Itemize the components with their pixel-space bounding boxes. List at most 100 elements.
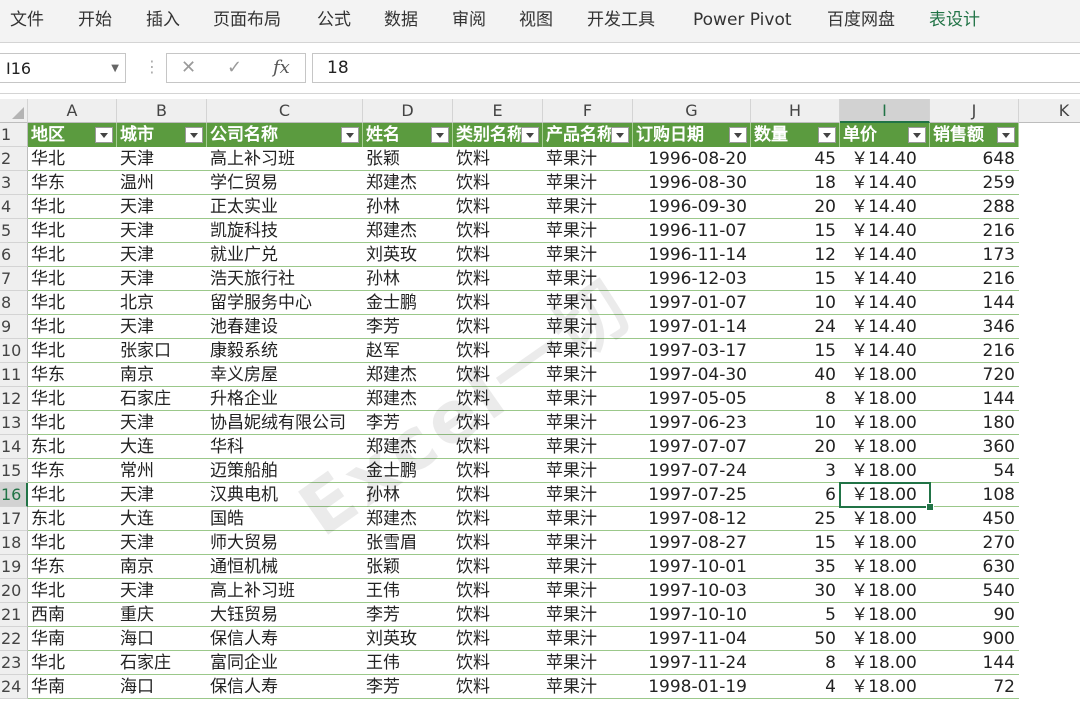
table-cell[interactable]: 孙林 (363, 267, 453, 291)
table-cell[interactable]: ￥18.00 (840, 507, 930, 531)
table-cell[interactable]: ￥18.00 (840, 387, 930, 411)
row-header-11[interactable]: 11 (0, 363, 28, 387)
table-cell[interactable]: 天津 (117, 267, 207, 291)
table-cell[interactable]: ￥14.40 (840, 315, 930, 339)
table-cell[interactable]: 国皓 (207, 507, 363, 531)
row-header-9[interactable]: 9 (0, 315, 28, 339)
table-cell[interactable]: 汉典电机 (207, 483, 363, 507)
table-header-cell[interactable]: 地区 (28, 123, 117, 147)
table-cell[interactable]: 苹果汁 (543, 627, 633, 651)
table-cell[interactable]: 饮料 (453, 675, 543, 699)
table-cell[interactable]: 1997-07-07 (633, 435, 751, 459)
table-cell[interactable]: 饮料 (453, 171, 543, 195)
table-cell[interactable]: 10 (751, 291, 840, 315)
table-cell[interactable]: 苹果汁 (543, 195, 633, 219)
table-cell[interactable]: 北京 (117, 291, 207, 315)
table-cell[interactable]: 李芳 (363, 603, 453, 627)
table-cell[interactable]: 苹果汁 (543, 411, 633, 435)
table-cell[interactable]: 饮料 (453, 435, 543, 459)
table-cell[interactable]: 东北 (28, 507, 117, 531)
table-cell[interactable]: 苹果汁 (543, 507, 633, 531)
row-header-13[interactable]: 13 (0, 411, 28, 435)
table-cell[interactable]: 216 (930, 219, 1019, 243)
table-cell[interactable]: 苹果汁 (543, 291, 633, 315)
table-header-cell[interactable]: 公司名称 (207, 123, 363, 147)
column-header-A[interactable]: A (28, 99, 117, 123)
table-cell[interactable]: 346 (930, 315, 1019, 339)
table-cell[interactable]: 刘英玫 (363, 627, 453, 651)
table-cell[interactable]: 正太实业 (207, 195, 363, 219)
table-cell[interactable]: 张家口 (117, 339, 207, 363)
table-cell[interactable]: 648 (930, 147, 1019, 171)
table-cell[interactable]: 郑建杰 (363, 435, 453, 459)
column-header-I[interactable]: I (840, 99, 930, 123)
table-cell[interactable]: 8 (751, 651, 840, 675)
table-cell[interactable]: ￥18.00 (840, 675, 930, 699)
table-cell[interactable]: 苹果汁 (543, 531, 633, 555)
table-header-cell[interactable]: 城市 (117, 123, 207, 147)
table-cell[interactable]: 苹果汁 (543, 675, 633, 699)
table-cell[interactable]: 1997-10-01 (633, 555, 751, 579)
table-cell[interactable]: 迈策船舶 (207, 459, 363, 483)
row-header-14[interactable]: 14 (0, 435, 28, 459)
table-cell[interactable]: 天津 (117, 147, 207, 171)
table-cell[interactable]: 30 (751, 579, 840, 603)
table-cell[interactable]: 张颖 (363, 555, 453, 579)
table-cell[interactable]: 郑建杰 (363, 363, 453, 387)
table-cell[interactable]: 饮料 (453, 651, 543, 675)
table-cell[interactable]: 72 (930, 675, 1019, 699)
table-cell[interactable]: 华东 (28, 363, 117, 387)
table-cell[interactable]: 54 (930, 459, 1019, 483)
table-cell[interactable]: 苹果汁 (543, 171, 633, 195)
table-cell[interactable]: 高上补习班 (207, 579, 363, 603)
table-cell[interactable]: 张颖 (363, 147, 453, 171)
ribbon-tab-3[interactable]: 页面布局 (213, 0, 281, 40)
filter-dropdown-icon[interactable] (997, 127, 1015, 143)
table-cell[interactable]: 苹果汁 (543, 147, 633, 171)
table-cell[interactable]: 15 (751, 339, 840, 363)
table-cell[interactable]: 大连 (117, 507, 207, 531)
cancel-icon[interactable]: ✕ (181, 54, 196, 82)
table-cell[interactable]: 1997-07-24 (633, 459, 751, 483)
table-cell[interactable]: 450 (930, 507, 1019, 531)
table-cell[interactable]: 1997-11-24 (633, 651, 751, 675)
table-cell[interactable]: 15 (751, 267, 840, 291)
formula-input[interactable]: 18 (312, 53, 1080, 83)
table-cell[interactable]: 赵军 (363, 339, 453, 363)
table-cell[interactable]: 华北 (28, 339, 117, 363)
column-header-C[interactable]: C (207, 99, 363, 123)
table-cell[interactable]: 学仁贸易 (207, 171, 363, 195)
table-cell[interactable]: 华东 (28, 459, 117, 483)
column-header-J[interactable]: J (930, 99, 1019, 123)
table-cell[interactable]: 苹果汁 (543, 315, 633, 339)
table-header-cell[interactable]: 产品名称 (543, 123, 633, 147)
table-cell[interactable]: 5 (751, 603, 840, 627)
table-cell[interactable]: ￥18.00 (840, 651, 930, 675)
table-cell[interactable]: 华北 (28, 315, 117, 339)
table-cell[interactable]: 李芳 (363, 411, 453, 435)
table-cell[interactable]: 天津 (117, 411, 207, 435)
table-cell[interactable]: 饮料 (453, 459, 543, 483)
table-cell[interactable]: ￥14.40 (840, 243, 930, 267)
table-cell[interactable]: 1997-10-03 (633, 579, 751, 603)
table-cell[interactable]: 360 (930, 435, 1019, 459)
table-cell[interactable]: 饮料 (453, 555, 543, 579)
filter-dropdown-icon[interactable] (611, 127, 629, 143)
table-cell[interactable]: 饮料 (453, 483, 543, 507)
table-cell[interactable]: 144 (930, 651, 1019, 675)
table-cell[interactable]: 饮料 (453, 219, 543, 243)
table-cell[interactable]: ￥18.00 (840, 531, 930, 555)
row-header-4[interactable]: 4 (0, 195, 28, 219)
table-cell[interactable]: 苹果汁 (543, 555, 633, 579)
column-header-K[interactable]: K (1019, 99, 1080, 123)
table-cell[interactable]: 海口 (117, 675, 207, 699)
enter-icon[interactable]: ✓ (227, 54, 242, 82)
table-cell[interactable]: 华北 (28, 267, 117, 291)
row-header-23[interactable]: 23 (0, 651, 28, 675)
table-cell[interactable]: 东北 (28, 435, 117, 459)
table-cell[interactable]: 凯旋科技 (207, 219, 363, 243)
table-cell[interactable]: ￥18.00 (840, 555, 930, 579)
table-cell[interactable]: 饮料 (453, 147, 543, 171)
table-cell[interactable]: 郑建杰 (363, 171, 453, 195)
table-cell[interactable]: 大连 (117, 435, 207, 459)
